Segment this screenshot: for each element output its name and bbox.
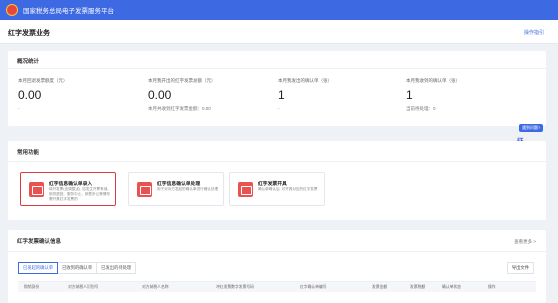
common-functions-title: 常用功能 [17, 150, 40, 156]
column-header: 冲红发票数字发票号码 [216, 285, 254, 289]
stat-sent-confirmations: 本月我发出的确认单（张） 1 - [278, 78, 398, 111]
fn-desc: 填开发票(含调整)后, 如发生开票有误、销货退回、服务中止、销售折让等情形需开具… [49, 187, 111, 201]
stat-value: 0.00 [18, 88, 42, 102]
column-header: 对方纳税人名称 [142, 285, 169, 289]
stat-label: 本月我开出的红字发票总额（元） [148, 78, 216, 83]
stat-received-confirmations: 本月我收到的确认单（张） 1 当前待处理：0 [406, 78, 526, 112]
column-header: 确认单状态 [442, 285, 461, 289]
stat-value: 0.00 [148, 88, 172, 102]
column-header: 发票税额 [410, 285, 426, 289]
stat-sub: 本月共收到红字发票金额：0.00 [148, 106, 211, 111]
column-header: 对方纳税人识别号 [68, 285, 99, 289]
fn-name: 红字信息确认单录入 [49, 182, 93, 187]
stat-red-invoice-total: 本月我开出的红字发票总额（元） 0.00 本月共收到红字发票金额：0.00 [148, 78, 268, 112]
divider [8, 68, 546, 69]
stat-sub: - [278, 106, 280, 111]
tax-emblem-icon [6, 4, 18, 16]
column-header: 购销身份 [24, 285, 40, 289]
fn-red-invoice-issue[interactable]: 红字发票开具 确认单确认后, 可开具对应的红字发票 [229, 172, 325, 206]
tab-initiated[interactable]: 已发起的确认单 [18, 262, 59, 274]
divider [8, 251, 546, 252]
invoice-process-icon [137, 182, 152, 197]
invoice-issue-icon [238, 182, 253, 197]
column-header: 发票金额 [372, 285, 388, 289]
platform-title: 国家税务总局电子发票服务平台 [23, 8, 114, 15]
fn-desc: 用于对对方发起的确认单进行确认处理 [157, 187, 219, 191]
stat-sub: 当前待处理：0 [406, 106, 436, 111]
overview-title: 概况统计 [17, 59, 40, 65]
page-header: 红字发票业务 操作指引 [0, 20, 558, 44]
help-tag[interactable]: 遇到问题? [519, 124, 544, 132]
column-header: 操作 [488, 285, 496, 289]
overview-card: 概况统计 本月回退发票额度（元） 0.00 - 本月我开出的红字发票总额（元） … [8, 51, 546, 126]
fn-name: 红字信息确认单处理 [157, 182, 201, 187]
stat-value: 1 [278, 88, 285, 102]
page-title: 红字发票业务 [8, 30, 50, 37]
table-header: 购销身份 对方纳税人识别号 对方纳税人名称 冲红发票数字发票号码 红字确认单编号… [18, 281, 536, 292]
confirmation-info-title: 红字发票确认信息 [17, 239, 62, 245]
confirmation-info-card: 红字发票确认信息 查看更多 > 已发起的确认单 已收到的确认单 已发出的待处理 … [8, 230, 546, 303]
stat-refund-quota: 本月回退发票额度（元） 0.00 - [18, 78, 138, 111]
top-bar: 国家税务总局电子发票服务平台 [0, 0, 558, 20]
confirmation-tabs: 已发起的确认单 已收到的确认单 已发出的待处理 [18, 262, 137, 274]
view-more-link[interactable]: 查看更多 > [514, 239, 536, 245]
invoice-entry-icon [29, 182, 44, 197]
common-functions-card: 常用功能 红字信息确认单录入 填开发票(含调整)后, 如发生开票有误、销货退回、… [8, 141, 546, 220]
fn-name: 红字发票开具 [258, 182, 287, 187]
column-header: 红字确认单编号 [300, 285, 327, 289]
tab-received[interactable]: 已收到的确认单 [57, 262, 98, 274]
export-button[interactable]: 导出文件 [506, 262, 534, 274]
operation-guide-link[interactable]: 操作指引 [524, 29, 544, 36]
stat-label: 本月我发出的确认单（张） [278, 78, 332, 83]
fn-confirmation-process[interactable]: 红字信息确认单处理 用于对对方发起的确认单进行确认处理 [128, 172, 224, 206]
divider [8, 161, 546, 162]
stat-sub: - [18, 106, 20, 111]
stat-label: 本月回退发票额度（元） [18, 78, 68, 83]
tab-pending[interactable]: 已发出的待处理 [96, 262, 137, 274]
stat-value: 1 [406, 88, 413, 102]
fn-desc: 确认单确认后, 可开具对应的红字发票 [258, 187, 318, 191]
fn-confirmation-entry[interactable]: 红字信息确认单录入 填开发票(含调整)后, 如发生开票有误、销货退回、服务中止、… [20, 172, 116, 206]
stat-label: 本月我收到的确认单（张） [406, 78, 460, 83]
